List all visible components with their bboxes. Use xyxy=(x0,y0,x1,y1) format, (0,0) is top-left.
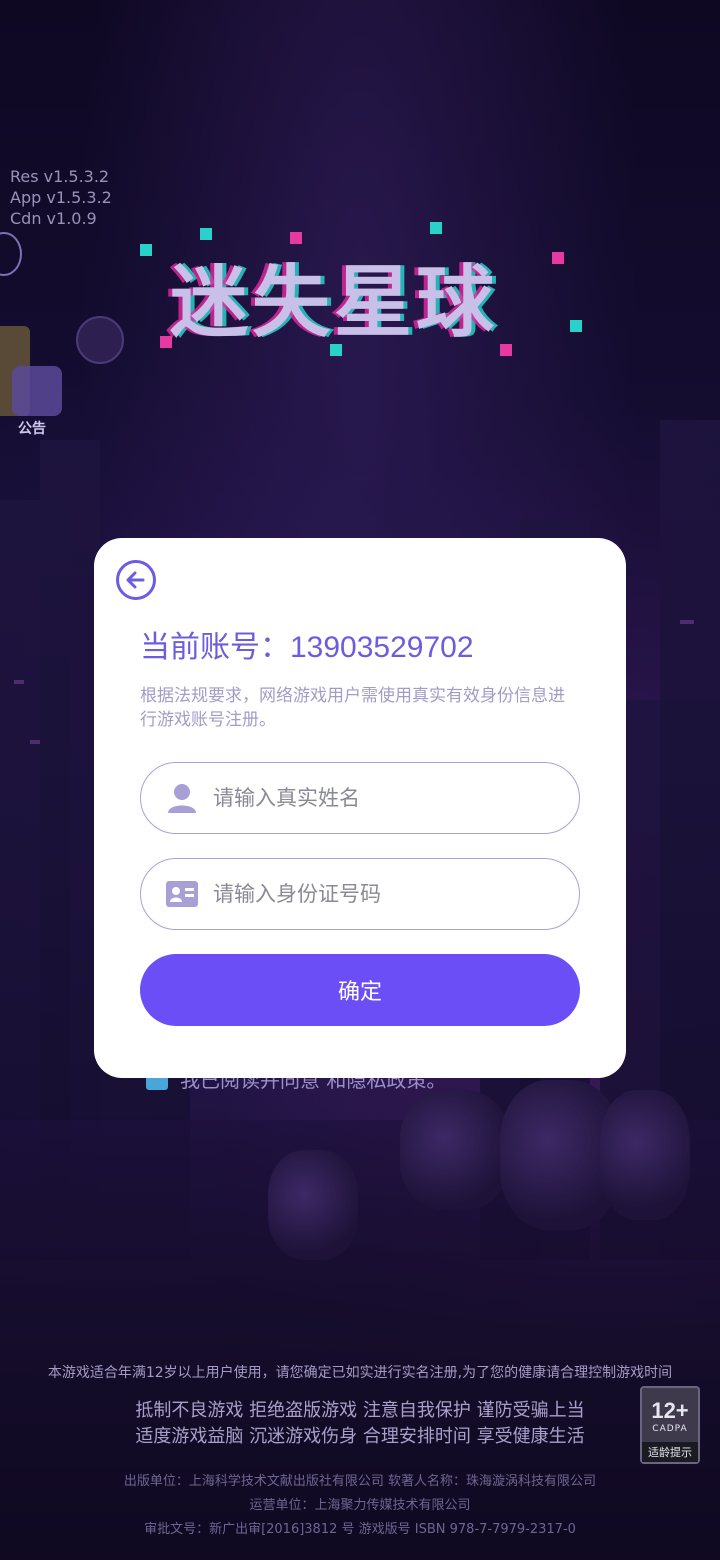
version-info: Res v1.5.3.2 App v1.5.3.2 Cdn v1.0.9 xyxy=(10,166,112,229)
age-rating-org: CADPA xyxy=(652,1424,688,1434)
avatar-bubble xyxy=(76,316,124,364)
approval-line: 审批文号：新广出审[2016]3812 号 游戏版号 ISBN 978-7-79… xyxy=(144,1522,576,1537)
glitch-pixel xyxy=(200,228,212,240)
back-button[interactable] xyxy=(116,560,156,600)
glitch-pixel xyxy=(140,244,152,256)
real-name-field[interactable] xyxy=(140,762,580,834)
notice-icon[interactable] xyxy=(12,366,62,416)
res-version: Res v1.5.3.2 xyxy=(10,167,110,186)
glitch-pixel xyxy=(570,320,582,332)
age-note: 本游戏适合年满12岁以上用户使用，请您确定已如实进行实名注册,为了您的健康请合理… xyxy=(47,1365,673,1381)
cdn-version: Cdn v1.0.9 xyxy=(10,209,97,228)
current-account: 当前账号：13903529702 xyxy=(140,622,474,666)
user-icon xyxy=(168,784,196,813)
real-name-input[interactable] xyxy=(213,777,553,819)
glitch-pixel xyxy=(430,222,442,234)
notice-label[interactable]: 公告 xyxy=(18,418,46,438)
id-number-input[interactable] xyxy=(213,873,553,915)
game-title-logo: 迷失星球 xyxy=(170,258,499,348)
id-number-field[interactable] xyxy=(140,858,580,930)
operator-line: 运营单位：上海聚力传媒技术有限公司 xyxy=(249,1498,471,1513)
app-version: App v1.5.3.2 xyxy=(10,188,112,207)
account-label: 当前账号： xyxy=(140,631,290,664)
glitch-pixel xyxy=(552,252,564,264)
real-name-dialog: 当前账号：13903529702 根据法规要求，网络游戏用户需使用真实有效身份信… xyxy=(94,538,626,1078)
health-slogans: 抵制不良游戏 拒绝盗版游戏 注意自我保护 谨防受骗上当 适度游戏益脑 沉迷游戏伤… xyxy=(0,1398,720,1450)
publisher-info: 出版单位：上海科学技术文献出版社有限公司 软著人名称：珠海漩涡科技有限公司 运营… xyxy=(0,1470,720,1542)
id-card-icon xyxy=(166,881,198,907)
age-rating-badge: 12+ CADPA 适龄提示 xyxy=(640,1386,700,1464)
slogan-line: 抵制不良游戏 拒绝盗版游戏 注意自我保护 谨防受骗上当 xyxy=(135,1400,585,1421)
publisher-line: 出版单位：上海科学技术文献出版社有限公司 软著人名称：珠海漩涡科技有限公司 xyxy=(123,1474,597,1489)
age-rating-number: 12+ xyxy=(651,1398,689,1423)
back-arrow-icon xyxy=(126,571,145,589)
glitch-pixel xyxy=(500,344,512,356)
account-number: 13903529702 xyxy=(290,631,474,664)
age-rating-tip: 适龄提示 xyxy=(642,1442,698,1462)
confirm-button[interactable]: 确定 xyxy=(140,954,580,1026)
footer-notice: 本游戏适合年满12岁以上用户使用，请您确定已如实进行实名注册,为了您的健康请合理… xyxy=(0,1362,720,1542)
regulation-description: 根据法规要求，网络游戏用户需使用真实有效身份信息进行游戏账号注册。 xyxy=(140,686,565,730)
slogan-line: 适度游戏益脑 沉迷游戏伤身 合理安排时间 享受健康生活 xyxy=(135,1426,585,1447)
